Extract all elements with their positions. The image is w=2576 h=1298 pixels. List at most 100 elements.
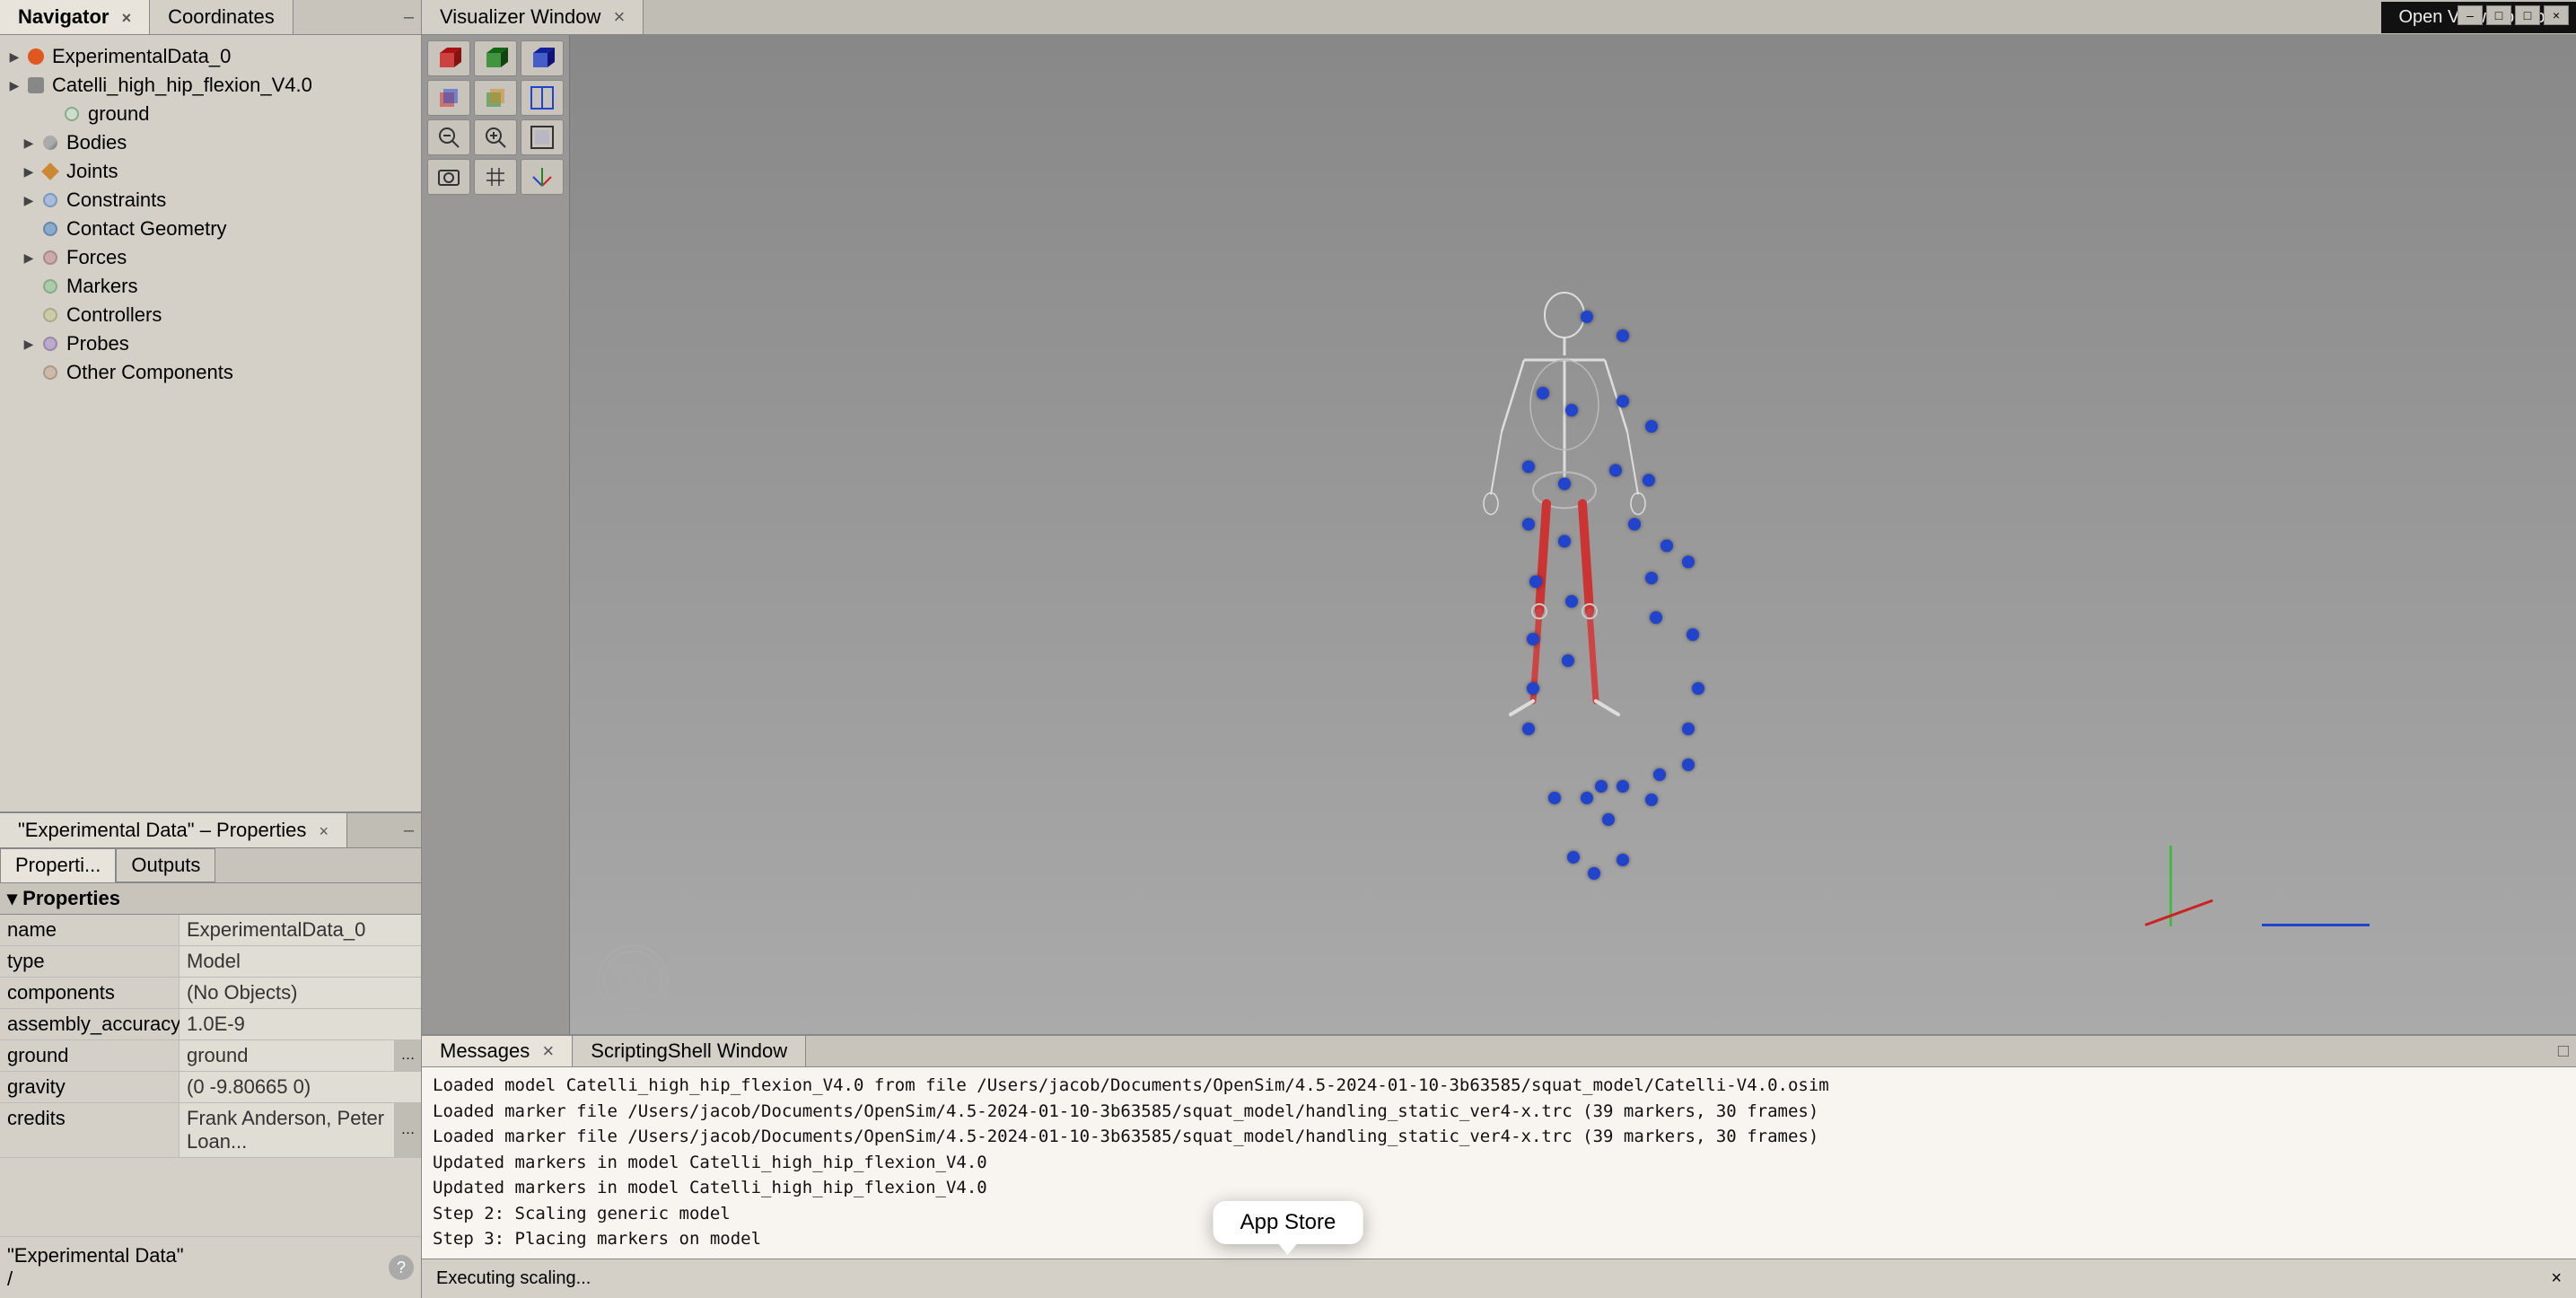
tree-item-constraints[interactable]: ▶ Constraints bbox=[0, 186, 421, 215]
viz-btn-frame[interactable] bbox=[521, 119, 564, 155]
tab-navigator[interactable]: Navigator × bbox=[0, 0, 150, 34]
tab-scripting-label: ScriptingShell Window bbox=[591, 1039, 787, 1062]
tree-item-contact-geometry[interactable]: ▶ Contact Geometry bbox=[0, 215, 421, 243]
tab-messages[interactable]: Messages × bbox=[422, 1036, 573, 1066]
prop-btn-ground[interactable]: … bbox=[394, 1040, 421, 1071]
restore-button[interactable]: □ bbox=[2515, 5, 2540, 25]
footer-text: "Experimental Data" / bbox=[7, 1244, 184, 1291]
viz-btn-red-cube[interactable] bbox=[427, 40, 470, 76]
close-button[interactable]: × bbox=[2544, 5, 2569, 25]
marker-dot bbox=[1645, 794, 1658, 806]
viz-btn-blue-cube[interactable] bbox=[521, 40, 564, 76]
properties-tabs: "Experimental Data" – Properties × – bbox=[0, 813, 421, 848]
marker-dot bbox=[1565, 595, 1578, 608]
prop-btn-credits[interactable]: … bbox=[394, 1103, 421, 1157]
message-minimize-btn[interactable]: □ bbox=[2558, 1041, 2569, 1062]
viz-btn-r3[interactable] bbox=[521, 80, 564, 116]
tree-item-ground[interactable]: ▶ ground bbox=[0, 100, 421, 128]
icon-probes bbox=[39, 333, 61, 355]
prop-row-credits: credits Frank Anderson, Peter Loan... … bbox=[0, 1103, 421, 1158]
icon-model bbox=[25, 75, 47, 96]
prop-key-assembly-accuracy: assembly_accuracy bbox=[0, 1009, 180, 1039]
prop-value-components: (No Objects) bbox=[180, 978, 421, 1008]
marker-dot bbox=[1522, 518, 1535, 531]
minimize-button[interactable]: – bbox=[2458, 5, 2483, 25]
viz-btn-r1[interactable] bbox=[427, 80, 470, 116]
marker-dot bbox=[1682, 759, 1695, 771]
tab-scripting[interactable]: ScriptingShell Window bbox=[573, 1036, 806, 1066]
tree-item-forces[interactable]: ▶ Forces bbox=[0, 243, 421, 272]
prop-row-type: type Model bbox=[0, 946, 421, 978]
viz-btn-zoom-out[interactable] bbox=[427, 119, 470, 155]
tree-item-probes[interactable]: ▶ Probes bbox=[0, 329, 421, 358]
tab-coordinates[interactable]: Coordinates bbox=[150, 0, 294, 34]
message-content[interactable]: Loaded model Catelli_high_hip_flexion_V4… bbox=[422, 1067, 2576, 1259]
message-line: Loaded marker file /Users/jacob/Document… bbox=[433, 1124, 2565, 1150]
viz-btn-green-cube[interactable] bbox=[474, 40, 517, 76]
icon-constraints bbox=[39, 189, 61, 211]
marker-dot bbox=[1522, 723, 1535, 735]
prop-value-assembly-accuracy: 1.0E-9 bbox=[180, 1009, 421, 1039]
opensim-logo-svg bbox=[601, 949, 664, 1012]
visualizer-header: Visualizer Window × Open View Controls bbox=[422, 0, 2576, 35]
maximize-button[interactable]: □ bbox=[2486, 5, 2511, 25]
frame-icon bbox=[530, 125, 555, 150]
viz-toolbar-row-1 bbox=[427, 40, 564, 76]
visualizer-tab-close[interactable]: × bbox=[613, 5, 625, 28]
properties-panel-minimize[interactable]: – bbox=[404, 820, 414, 841]
tree-item-other-components[interactable]: ▶ Other Components bbox=[0, 358, 421, 387]
tree-item-markers[interactable]: ▶ Markers bbox=[0, 272, 421, 301]
toolbar-icon-r3 bbox=[530, 85, 555, 110]
action-tab-outputs-label: Outputs bbox=[131, 854, 200, 876]
help-button[interactable]: ? bbox=[389, 1255, 414, 1280]
left-panel: Navigator × Coordinates – ▶ bbox=[0, 0, 422, 1298]
joints-label: Joints bbox=[66, 160, 118, 183]
viz-btn-grid[interactable] bbox=[474, 159, 517, 195]
marker-dot bbox=[1645, 572, 1658, 584]
tab-experimental-data-properties[interactable]: "Experimental Data" – Properties × bbox=[0, 813, 347, 847]
tab-coordinates-label: Coordinates bbox=[168, 5, 275, 28]
toolbar-icon-r2 bbox=[483, 85, 508, 110]
arrow-model: ▶ bbox=[7, 78, 22, 92]
viz-btn-r2[interactable] bbox=[474, 80, 517, 116]
viz-btn-zoom-in[interactable] bbox=[474, 119, 517, 155]
action-tab-outputs[interactable]: Outputs bbox=[116, 848, 215, 882]
properties-tab-close[interactable]: × bbox=[319, 822, 329, 840]
green-cube-icon bbox=[483, 46, 508, 71]
viz-scene[interactable] bbox=[570, 35, 2576, 1034]
tree-item-joints[interactable]: ▶ Joints bbox=[0, 157, 421, 186]
app-container: Navigator × Coordinates – ▶ bbox=[0, 0, 2576, 1298]
tree-item-experimental-data[interactable]: ▶ ExperimentalData_0 bbox=[0, 42, 421, 71]
capture-icon bbox=[436, 164, 461, 189]
tab-navigator-close[interactable]: × bbox=[122, 9, 132, 27]
viz-btn-capture[interactable] bbox=[427, 159, 470, 195]
prop-row-gravity: gravity (0 -9.80665 0) bbox=[0, 1072, 421, 1103]
tree-container: ▶ ExperimentalData_0 ▶ Catelli_high_hip_… bbox=[0, 35, 421, 811]
marker-dot bbox=[1660, 539, 1673, 552]
status-close-btn[interactable]: × bbox=[2551, 1268, 2562, 1289]
tree-item-model[interactable]: ▶ Catelli_high_hip_flexion_V4.0 bbox=[0, 71, 421, 100]
footer-slash: / bbox=[7, 1267, 13, 1290]
tab-messages-close[interactable]: × bbox=[542, 1039, 554, 1062]
properties-panel: "Experimental Data" – Properties × – Pro… bbox=[0, 813, 421, 1298]
forces-label: Forces bbox=[66, 246, 127, 269]
tree-item-controllers[interactable]: ▶ Controllers bbox=[0, 301, 421, 329]
tab-visualizer[interactable]: Visualizer Window × bbox=[422, 0, 644, 34]
viz-btn-axes[interactable] bbox=[521, 159, 564, 195]
navigator-tabs: Navigator × Coordinates – bbox=[0, 0, 421, 35]
tree-item-bodies[interactable]: ▶ Bodies bbox=[0, 128, 421, 157]
action-tab-properties[interactable]: Properti... bbox=[0, 848, 116, 882]
panel-minimize-btn[interactable]: – bbox=[404, 7, 414, 28]
icon-other-components bbox=[39, 362, 61, 383]
zoom-out-icon bbox=[436, 125, 461, 150]
marker-dot bbox=[1617, 780, 1629, 793]
tab-navigator-label: Navigator bbox=[18, 5, 109, 28]
icon-experimental-data bbox=[25, 46, 47, 67]
message-line: Loaded model Catelli_high_hip_flexion_V4… bbox=[433, 1073, 2565, 1099]
probes-label: Probes bbox=[66, 332, 129, 355]
marker-dot bbox=[1643, 474, 1655, 487]
marker-dot bbox=[1628, 518, 1641, 531]
marker-dot bbox=[1687, 628, 1699, 641]
prop-row-ground: ground ground … bbox=[0, 1040, 421, 1072]
opensim-logo bbox=[597, 944, 669, 1016]
